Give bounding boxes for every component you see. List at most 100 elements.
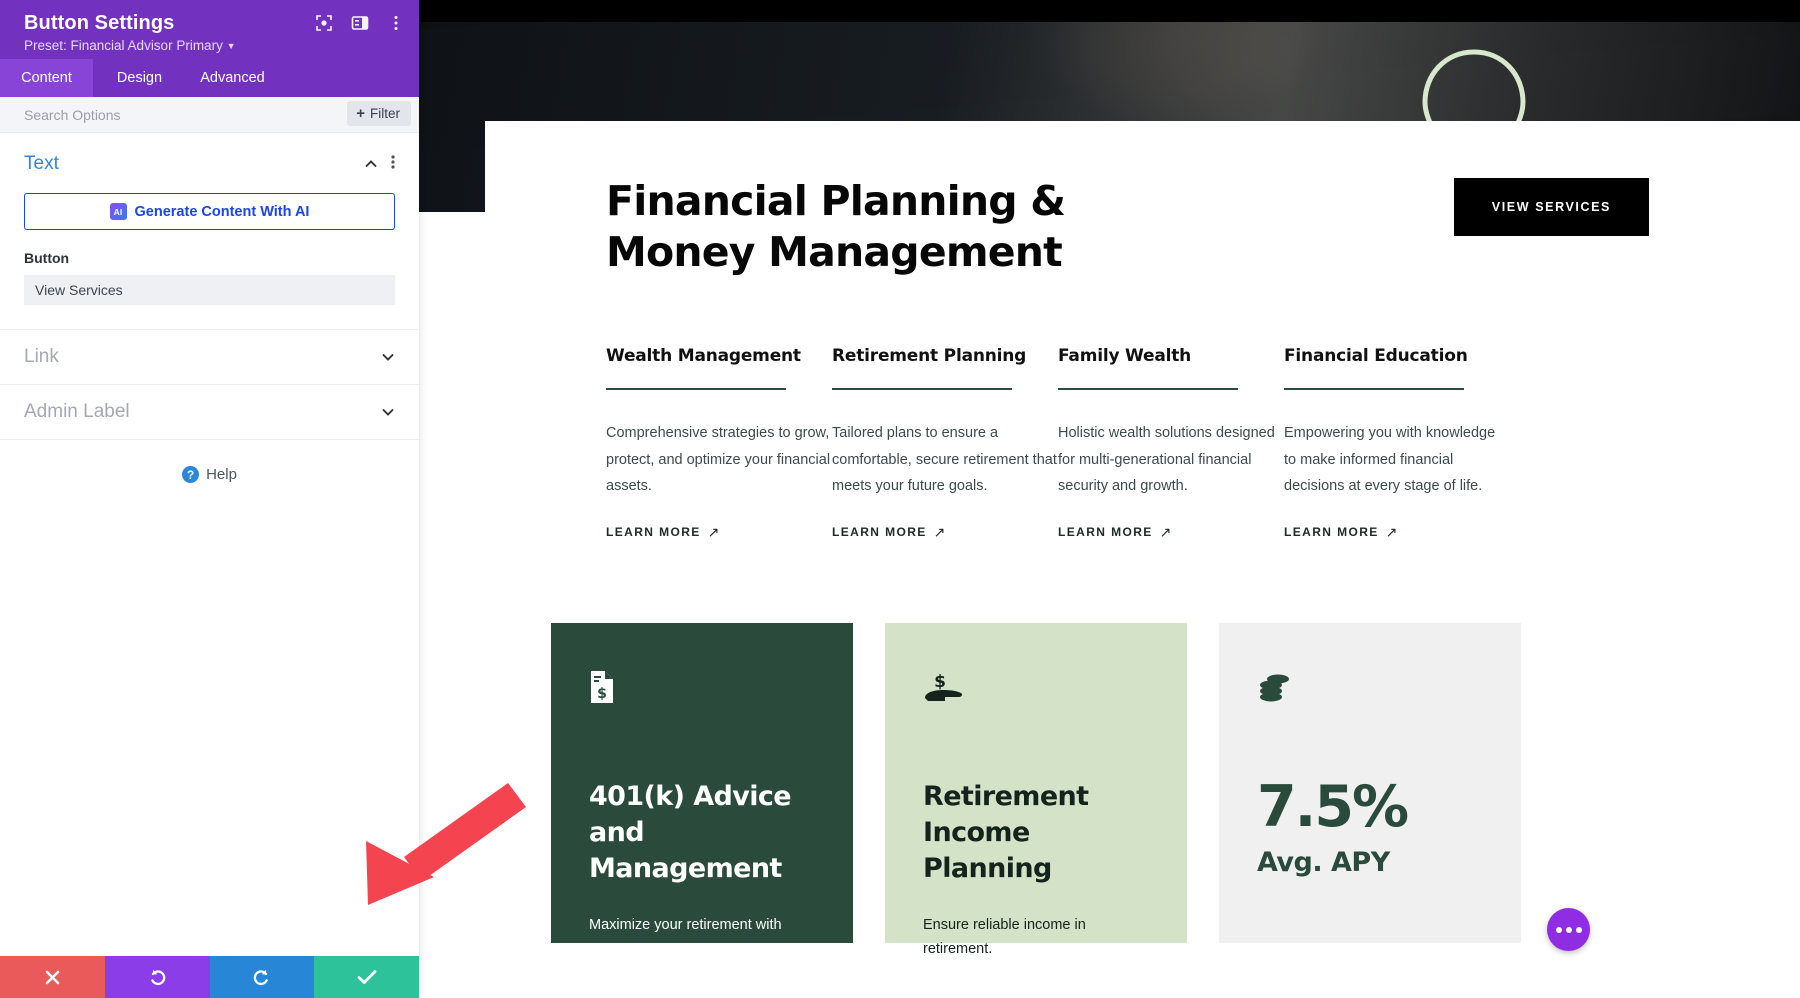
promo-subtitle: Maximize your retirement with [589,916,782,933]
service-title: Financial Education [1284,346,1468,366]
tab-advanced[interactable]: Advanced [186,59,279,97]
dot-icon [1575,926,1582,933]
service-learn-more-label: LEARN MORE [1058,525,1153,539]
section-text-title: Text [24,153,59,174]
tab-content[interactable]: Content [0,59,93,97]
document-dollar-icon: $ [589,670,815,713]
service-description: Comprehensive strategies to grow, protec… [606,425,831,494]
service-title: Family Wealth [1058,346,1192,366]
section-text-header[interactable]: Text [24,153,395,175]
hero-title-line-2: Money Management [606,228,1063,276]
tab-design[interactable]: Design [93,59,186,97]
vertical-dots-icon[interactable] [387,14,405,32]
help-label: Help [206,466,237,483]
panel-action-bar [0,956,419,998]
panel-header-icons [315,14,405,32]
service-learn-more-label: LEARN MORE [832,525,927,539]
save-button[interactable] [314,956,419,998]
arrow-northeast-icon: ↗ [1385,523,1399,540]
help-question-icon: ? [182,466,200,483]
service-description: Empowering you with knowledge to make in… [1284,425,1496,494]
search-options-row: Search Options + Filter [0,97,419,133]
filter-label: Filter [370,106,400,121]
hero-top-bar [419,0,1800,22]
service-learn-more-link[interactable]: LEARN MORE ↗ [606,524,832,541]
button-text-input[interactable] [24,275,395,305]
button-field-label: Button [24,250,70,266]
service-divider [1058,388,1238,390]
svg-text:$: $ [597,686,607,702]
check-icon [357,970,377,984]
filter-button[interactable]: + Filter [347,101,411,126]
panel-tabs: Content Design Advanced [0,59,419,97]
promo-card-apy[interactable]: 7.5% Avg. APY [1219,622,1521,943]
service-learn-more-link[interactable]: LEARN MORE ↗ [1284,524,1510,541]
page-content-card: Financial Planning & Money Management VI… [485,121,1800,957]
view-services-button[interactable]: VIEW SERVICES [1453,178,1649,236]
dot-icon [1555,926,1562,933]
apy-stat-label: Avg. APY [1257,846,1390,878]
ai-badge-icon: AI [109,203,127,220]
section-admin-label-title: Admin Label [24,401,130,422]
chevron-down-icon[interactable] [381,350,395,364]
chevron-up-icon[interactable] [364,157,378,171]
promo-title: 401(k) Advice and Management [589,780,792,884]
hand-dollar-icon: $ [923,671,1149,713]
service-learn-more-link[interactable]: LEARN MORE ↗ [1058,524,1284,541]
page-canvas: Financial Planning & Money Management VI… [419,0,1800,998]
service-card: Retirement Planning Tailored plans to en… [832,346,1058,541]
promo-card-retirement-income[interactable]: $ Retirement Income Planning Ensure reli… [885,622,1187,957]
panel-body: Text AI Generate Content With AI Button … [0,133,419,998]
hero-section: Financial Planning & Money Management VI… [485,121,1800,278]
apy-stat-value: 7.5% [1257,773,1409,840]
redo-icon [254,969,269,985]
section-text-tools [364,154,395,174]
section-link-title: Link [24,346,59,367]
promo-card-401k[interactable]: $ 401(k) Advice and Management Maximize … [551,622,853,943]
arrow-northeast-icon: ↗ [1159,523,1173,540]
chevron-down-icon[interactable] [381,405,395,419]
generate-content-with-ai-button[interactable]: AI Generate Content With AI [24,193,395,230]
section-text: Text AI Generate Content With AI Button … [0,133,419,330]
service-card: Family Wealth Holistic wealth solutions … [1058,346,1284,541]
page-title: Financial Planning & Money Management [606,176,1166,278]
generate-ai-label: Generate Content With AI [134,203,310,220]
service-description: Holistic wealth solutions designed for m… [1058,425,1275,494]
floating-options-button[interactable] [1547,908,1590,951]
dot-icon [1565,926,1572,933]
promo-title: Retirement Income Planning [923,780,1089,884]
redo-button[interactable] [209,956,315,998]
svg-text:$: $ [934,672,946,692]
panel-preset[interactable]: Preset: Financial Advisor Primary ▼ [24,38,403,55]
cancel-button[interactable] [0,956,105,998]
plus-icon: + [356,105,365,122]
service-learn-more-label: LEARN MORE [606,525,701,539]
service-divider [1284,388,1464,390]
help-link[interactable]: ? Help [0,466,419,483]
undo-button[interactable] [104,956,210,998]
chevron-down-icon: ▼ [226,41,236,51]
focus-target-icon[interactable] [315,14,333,32]
close-icon [45,970,60,984]
section-link[interactable]: Link [0,330,419,385]
service-title: Retirement Planning [832,346,1027,366]
hero-title-line-1: Financial Planning & [606,177,1066,225]
panel-preset-label: Preset: Financial Advisor Primary [24,38,223,53]
service-divider [606,388,786,390]
arrow-northeast-icon: ↗ [933,523,947,540]
service-learn-more-link[interactable]: LEARN MORE ↗ [832,524,1058,541]
panel-header: Button Settings Preset: Financial Adviso… [0,0,419,59]
undo-icon [150,969,165,985]
services-row: Wealth Management Comprehensive strategi… [485,278,1800,541]
service-title: Wealth Management [606,346,801,366]
screen-root: Financial Planning & Money Management VI… [0,0,1800,998]
service-description: Tailored plans to ensure a comfortable, … [832,425,1057,494]
coin-stack-icon [1257,671,1483,713]
panel-layout-icon[interactable] [351,14,369,32]
promo-row: $ 401(k) Advice and Management Maximize … [485,541,1800,957]
section-admin-label[interactable]: Admin Label [0,385,419,440]
arrow-northeast-icon: ↗ [707,523,721,540]
section-menu-icon[interactable] [391,154,395,174]
service-card: Wealth Management Comprehensive strategi… [606,346,832,541]
search-input[interactable]: Search Options [24,107,121,123]
